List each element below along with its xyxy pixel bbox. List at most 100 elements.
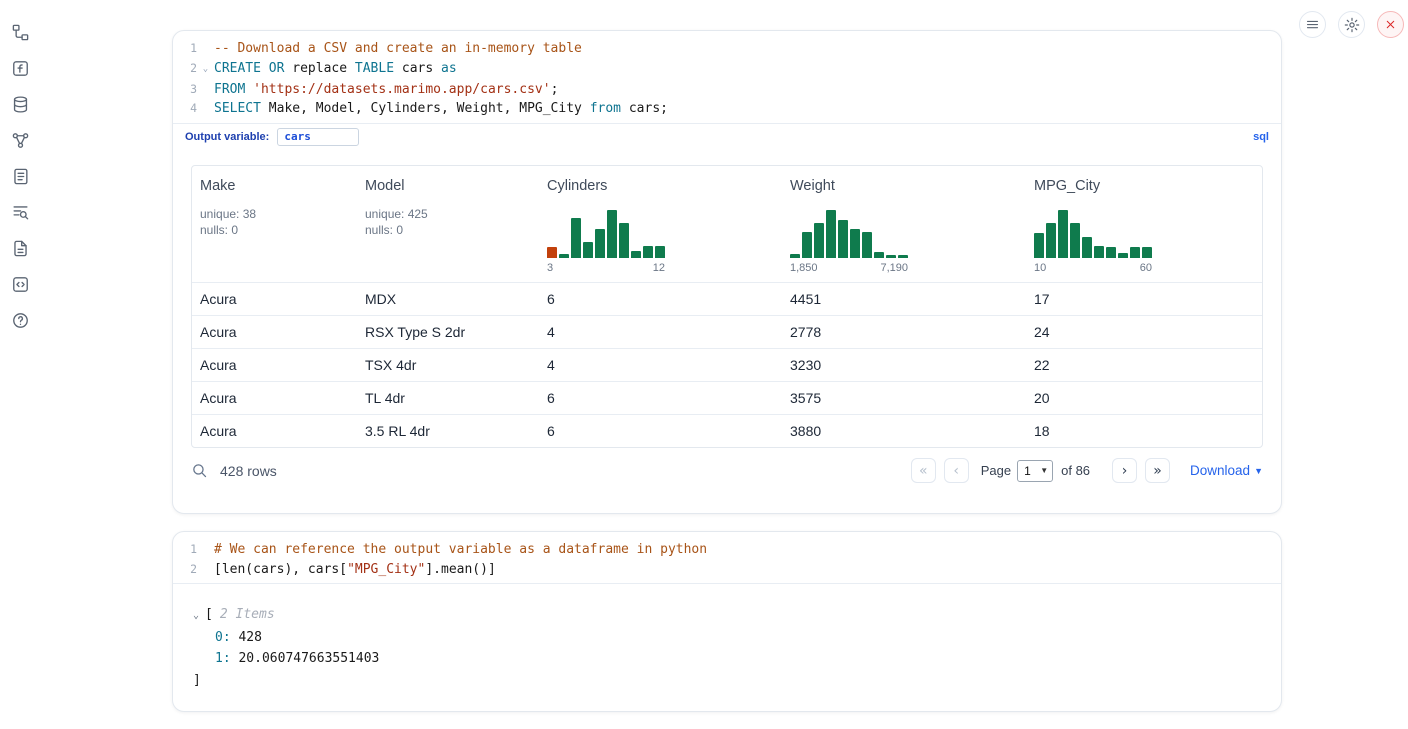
sidebar-item-datasources[interactable] — [10, 94, 30, 114]
sidebar-item-dependency-graph[interactable] — [10, 130, 30, 150]
column-header[interactable]: Modelunique: 425nulls: 0 — [357, 166, 539, 282]
histogram-bar[interactable] — [559, 254, 569, 258]
code-line: 1# We can reference the output variable … — [173, 540, 1281, 560]
page-select[interactable]: 1▼ — [1017, 460, 1053, 482]
tree-collapse-chevron-icon[interactable]: ⌄ — [193, 610, 199, 621]
histogram-bar[interactable] — [898, 255, 908, 258]
histogram-bar[interactable] — [643, 246, 653, 258]
histogram-axis-labels: 1060 — [1034, 262, 1152, 274]
page-total-label: of 86 — [1061, 463, 1090, 478]
histogram-bar[interactable] — [814, 223, 824, 258]
sidebar-item-outline[interactable] — [10, 202, 30, 222]
sidebar-item-documentation[interactable] — [10, 238, 30, 258]
line-number: 4 — [173, 99, 197, 119]
fold-gutter — [197, 80, 214, 100]
shutdown-button[interactable] — [1377, 11, 1404, 38]
helper-sidebar — [10, 22, 30, 330]
table-row[interactable]: AcuraTL 4dr6357520 — [192, 381, 1262, 414]
histogram-bar[interactable] — [1058, 210, 1068, 258]
histogram-bar[interactable] — [583, 242, 593, 258]
menu-button[interactable] — [1299, 11, 1326, 38]
histogram-bar[interactable] — [655, 246, 665, 258]
table-row[interactable]: AcuraRSX Type S 2dr4277824 — [192, 315, 1262, 348]
column-name: MPG_City — [1034, 178, 1254, 194]
column-header[interactable]: Weight1,8507,190 — [782, 166, 1026, 282]
histogram-bar[interactable] — [1070, 223, 1080, 258]
histogram-bars — [547, 208, 665, 258]
line-number: 1 — [173, 39, 197, 59]
code-token: CREATE OR — [214, 61, 284, 76]
download-button[interactable]: Download▼ — [1190, 463, 1263, 478]
histogram-bar[interactable] — [619, 223, 629, 258]
sidebar-item-help[interactable] — [10, 310, 30, 330]
histogram-max-label: 60 — [1140, 262, 1152, 274]
histogram-min-label: 1,850 — [790, 262, 818, 274]
code-line: 1 -- Download a CSV and create an in-memo… — [173, 39, 1281, 59]
code-token: 'https://datasets.marimo.app/cars.csv' — [253, 82, 550, 97]
table-body: AcuraMDX6445117AcuraRSX Type S 2dr427782… — [192, 282, 1262, 447]
column-header[interactable]: Makeunique: 38nulls: 0 — [192, 166, 357, 282]
histogram-bar[interactable] — [838, 220, 848, 258]
prev-page-button[interactable]: ‹ — [944, 458, 969, 483]
code-token: -- Download a CSV and create an in-memor… — [214, 41, 582, 56]
table-row[interactable]: AcuraTSX 4dr4323022 — [192, 348, 1262, 381]
table-cell: 17 — [1026, 291, 1262, 307]
code-token: replace — [284, 61, 354, 76]
column-histogram[interactable]: 312 — [547, 208, 774, 274]
histogram-bar[interactable] — [607, 210, 617, 258]
histogram-bar[interactable] — [874, 252, 884, 258]
histogram-bar[interactable] — [1118, 253, 1128, 258]
table-row[interactable]: AcuraMDX6445117 — [192, 282, 1262, 315]
histogram-bar[interactable] — [1046, 223, 1056, 258]
histogram-bar[interactable] — [547, 247, 557, 258]
histogram-bar[interactable] — [1094, 246, 1104, 258]
histogram-bar[interactable] — [802, 232, 812, 258]
code-line: 4SELECT Make, Model, Cylinders, Weight, … — [173, 99, 1281, 119]
histogram-bar[interactable] — [1082, 237, 1092, 258]
histogram-bar[interactable] — [631, 251, 641, 258]
settings-button[interactable] — [1338, 11, 1365, 38]
table-cell: 24 — [1026, 324, 1262, 340]
column-header[interactable]: MPG_City 1060 — [1026, 166, 1262, 282]
table-cell: 3.5 RL 4dr — [357, 423, 539, 439]
code-token: SELECT — [214, 101, 261, 116]
tree-close-bracket: ] — [193, 670, 1281, 692]
histogram-bar[interactable] — [862, 232, 872, 258]
chevron-down-icon: ▼ — [1254, 466, 1263, 476]
sql-code-editor[interactable]: 1 -- Download a CSV and create an in-memo… — [173, 31, 1281, 123]
histogram-min-label: 3 — [547, 262, 553, 274]
table-cell: 6 — [539, 390, 782, 406]
histogram-bar[interactable] — [790, 254, 800, 258]
python-code-editor[interactable]: 1# We can reference the output variable … — [173, 532, 1281, 583]
page-label: Page — [981, 463, 1011, 478]
histogram-bar[interactable] — [1034, 233, 1044, 258]
column-histogram[interactable]: 1,8507,190 — [790, 208, 1018, 274]
histogram-bar[interactable] — [595, 229, 605, 258]
histogram-bar[interactable] — [1130, 247, 1140, 258]
table-row[interactable]: Acura3.5 RL 4dr6388018 — [192, 414, 1262, 447]
sidebar-item-snippets[interactable] — [10, 274, 30, 294]
next-page-button[interactable]: › — [1112, 458, 1137, 483]
code-text: [len(cars), cars["MPG_City"].mean()] — [214, 560, 496, 580]
column-name: Make — [200, 178, 349, 194]
table-cell: 4451 — [782, 291, 1026, 307]
column-header[interactable]: Cylinders312 — [539, 166, 782, 282]
output-variable-bar: Output variable: cars sql — [173, 123, 1281, 151]
sidebar-item-file-explorer[interactable] — [10, 22, 30, 42]
output-variable-input[interactable]: cars — [277, 128, 359, 146]
column-histogram[interactable]: 1060 — [1034, 208, 1254, 274]
first-page-button[interactable]: « — [911, 458, 936, 483]
histogram-bar[interactable] — [1106, 247, 1116, 258]
code-token — [245, 82, 253, 97]
histogram-bar[interactable] — [850, 229, 860, 258]
histogram-bar[interactable] — [571, 218, 581, 258]
search-icon[interactable] — [191, 462, 208, 479]
sidebar-item-scratchpad[interactable] — [10, 58, 30, 78]
histogram-bar[interactable] — [886, 255, 896, 258]
fold-chevron-icon[interactable]: ⌄ — [197, 59, 214, 80]
last-page-button[interactable]: » — [1145, 458, 1170, 483]
sidebar-item-logs[interactable] — [10, 166, 30, 186]
histogram-bar[interactable] — [1142, 247, 1152, 258]
histogram-bar[interactable] — [826, 210, 836, 258]
histogram-bars — [790, 208, 908, 258]
